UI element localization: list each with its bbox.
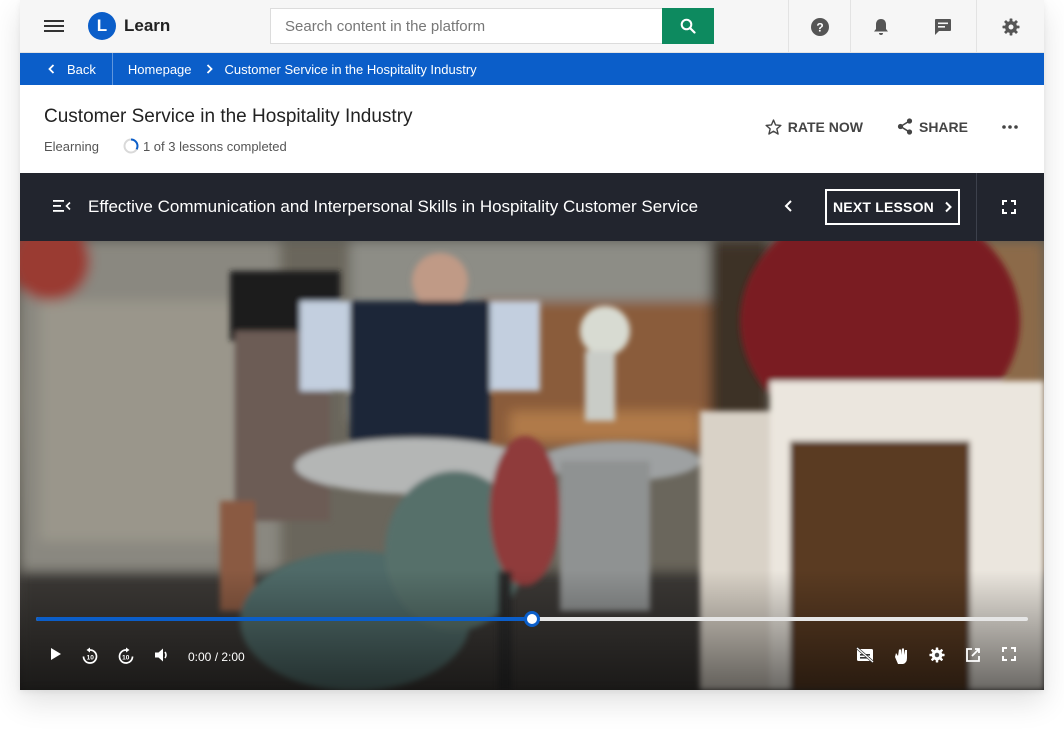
- rate-now-label: RATE NOW: [787, 118, 863, 135]
- app-frame: L Learn ?: [20, 0, 1044, 690]
- replay-10-icon: 10: [82, 647, 98, 664]
- player-settings-button[interactable]: [929, 647, 945, 663]
- fullscreen-icon: [1002, 647, 1016, 661]
- gear-icon: [929, 647, 945, 663]
- search-button[interactable]: [662, 8, 714, 44]
- lesson-title: Effective Communication and Interpersona…: [88, 197, 699, 216]
- app-name: Learn: [124, 16, 171, 35]
- lesson-list-icon[interactable]: [53, 199, 71, 213]
- course-type: Elearning: [44, 138, 99, 154]
- rate-now-button[interactable]: RATE NOW: [765, 119, 863, 135]
- chevron-right-icon: [206, 64, 213, 74]
- breadcrumb-home[interactable]: Homepage: [128, 62, 192, 77]
- more-options-button[interactable]: [1002, 124, 1024, 129]
- play-button[interactable]: [48, 647, 62, 661]
- popout-button[interactable]: [965, 647, 981, 663]
- gear-icon: [1002, 18, 1019, 35]
- forward-10-icon: 10: [118, 647, 134, 664]
- sign-language-icon: [895, 648, 907, 664]
- svg-text:10: 10: [122, 655, 130, 662]
- next-lesson-button[interactable]: NEXT LESSON: [825, 189, 960, 225]
- previous-lesson-icon[interactable]: [784, 199, 793, 213]
- controls-gradient: [20, 570, 1044, 690]
- svg-text:10: 10: [87, 655, 95, 662]
- seek-bar[interactable]: [36, 611, 1028, 627]
- help-icon: ?: [810, 17, 829, 36]
- chat-icon: [935, 18, 951, 35]
- fullscreen-icon[interactable]: [1002, 200, 1016, 214]
- next-lesson-label: NEXT LESSON: [833, 199, 934, 215]
- time-display: 0:00 / 2:00: [188, 650, 245, 664]
- lesson-bar: Effective Communication and Interpersona…: [20, 173, 1044, 241]
- divider: [976, 173, 977, 241]
- seek-progress: [36, 617, 532, 621]
- chevron-right-icon: [945, 201, 952, 213]
- more-horizontal-icon: [1002, 124, 1018, 129]
- svg-text:?: ?: [816, 20, 823, 34]
- progress-text: 1 of 3 lessons completed: [142, 138, 287, 154]
- top-icons: ?: [788, 0, 1044, 53]
- breadcrumb: Back Homepage Customer Service in the Ho…: [20, 53, 1044, 85]
- captions-off-icon: [856, 647, 874, 663]
- volume-button[interactable]: [154, 647, 170, 663]
- bell-icon: [873, 18, 888, 35]
- page-title: Customer Service in the Hospitality Indu…: [44, 106, 413, 127]
- play-icon: [51, 648, 61, 660]
- share-label: SHARE: [918, 118, 968, 135]
- search-icon: [680, 18, 696, 34]
- sign-language-button[interactable]: [892, 647, 910, 665]
- search-input[interactable]: [271, 9, 662, 43]
- share-icon: [897, 118, 913, 135]
- course-meta: Elearning 1 of 3 lessons completed: [44, 138, 287, 154]
- video-player[interactable]: 10 10 0:00 / 2:00: [20, 241, 1044, 690]
- logo-mark: L: [88, 12, 116, 40]
- open-external-icon: [966, 648, 980, 662]
- app-logo[interactable]: L Learn: [88, 12, 170, 40]
- search-box: [270, 8, 714, 44]
- settings-button[interactable]: [976, 0, 1044, 53]
- back-button[interactable]: Back: [20, 53, 113, 85]
- player-fullscreen-button[interactable]: [1002, 647, 1016, 661]
- forward-10-button[interactable]: 10: [117, 647, 135, 665]
- notifications-button[interactable]: [850, 0, 910, 53]
- hamburger-icon[interactable]: [44, 17, 64, 35]
- star-icon: [765, 118, 782, 135]
- volume-icon: [155, 648, 167, 662]
- rewind-10-button[interactable]: 10: [81, 647, 99, 665]
- course-actions: RATE NOW SHARE: [765, 118, 1024, 135]
- back-label: Back: [67, 61, 96, 77]
- chevron-left-icon: [48, 64, 55, 74]
- course-header: Customer Service in the Hospitality Indu…: [20, 85, 1044, 173]
- progress-ring-icon: [123, 138, 139, 154]
- seek-handle[interactable]: [524, 611, 540, 627]
- captions-button[interactable]: [856, 647, 874, 663]
- top-bar: L Learn ?: [20, 0, 1044, 53]
- messages-button[interactable]: [910, 0, 976, 53]
- breadcrumb-current[interactable]: Customer Service in the Hospitality Indu…: [225, 62, 477, 77]
- share-button[interactable]: SHARE: [897, 118, 968, 135]
- help-button[interactable]: ?: [788, 0, 850, 53]
